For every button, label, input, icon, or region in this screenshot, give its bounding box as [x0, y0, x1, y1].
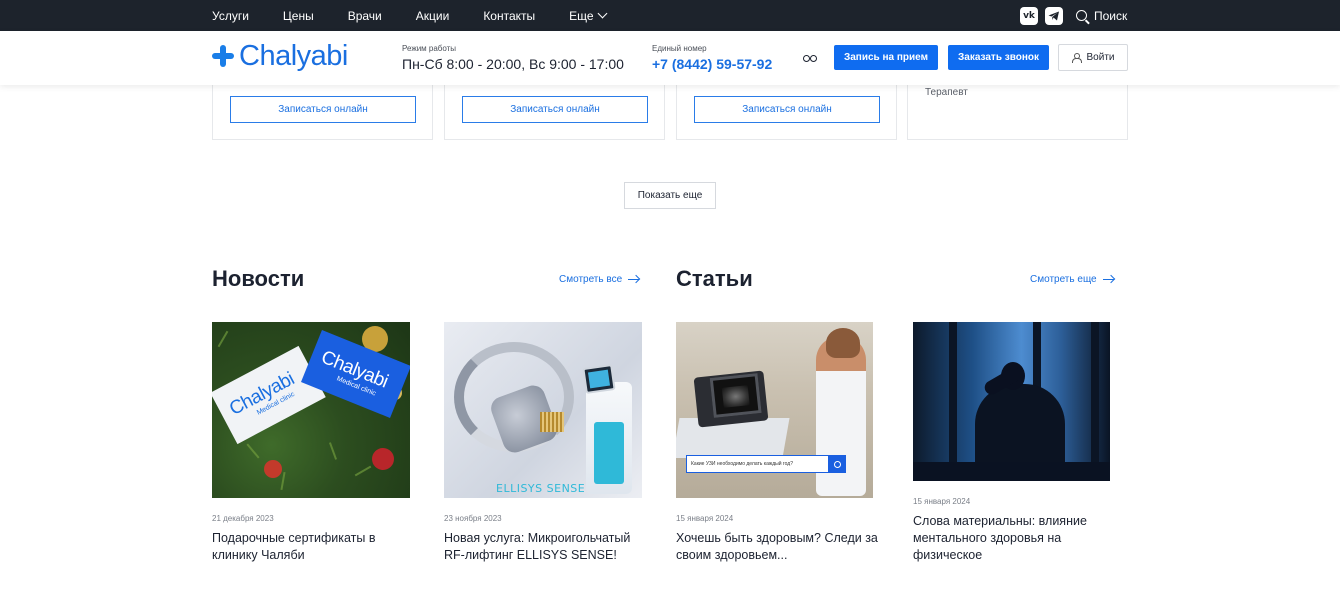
vk-icon[interactable]: vk [1020, 7, 1038, 25]
phone-block: Единый номер +7 (8442) 59-57-92 [652, 44, 772, 72]
arrow-right-icon [1102, 278, 1114, 281]
top-bar: Услуги Цены Врачи Акции Контакты Еще vk … [0, 0, 1340, 31]
telegram-icon[interactable] [1045, 7, 1063, 25]
image-search-query: Какие УЗИ необходимо делать каждый год? [691, 461, 793, 467]
nav-item-doctors[interactable]: Врачи [348, 9, 382, 23]
book-online-button[interactable]: Записаться онлайн [462, 96, 648, 123]
nav-item-more[interactable]: Еще [569, 8, 608, 23]
news-date: 21 декабря 2023 [212, 514, 274, 523]
user-icon [1071, 53, 1082, 63]
news-image-ellisys-device: ELLISYS SENSE [444, 322, 642, 498]
search-icon [828, 455, 846, 473]
news-title[interactable]: Новая услуга: Микроигольчатый RF-лифтинг… [444, 530, 644, 564]
phone-label: Единый номер [652, 44, 707, 53]
search-button[interactable]: Поиск [1076, 0, 1127, 31]
working-hours-value: Пн-Сб 8:00 - 20:00, Вс 9:00 - 17:00 [402, 56, 624, 72]
article-image-ultrasound: Какие УЗИ необходимо делать каждый год? [676, 322, 873, 498]
article-title[interactable]: Хочешь быть здоровым? Следи за своим здо… [676, 530, 886, 564]
show-more-button[interactable]: Показать еще [624, 182, 716, 209]
logo[interactable]: Chalyabi [212, 39, 348, 73]
logo-text: Chalyabi [239, 39, 348, 72]
chevron-down-icon [597, 8, 608, 19]
articles-see-more-link[interactable]: Смотреть еще [1030, 274, 1114, 285]
top-nav: Услуги Цены Врачи Акции Контакты Еще [212, 0, 608, 31]
articles-see-more-label: Смотреть еще [1030, 274, 1097, 285]
news-see-all-link[interactable]: Смотреть все [559, 274, 640, 285]
nav-item-prices[interactable]: Цены [283, 9, 314, 23]
appointment-button[interactable]: Запись на прием [834, 45, 938, 70]
phone-link[interactable]: +7 (8442) 59-57-92 [652, 56, 772, 72]
article-date: 15 января 2024 [913, 497, 971, 506]
logo-cross-icon [212, 45, 234, 67]
nav-item-contacts[interactable]: Контакты [483, 9, 535, 23]
nav-item-services[interactable]: Услуги [212, 9, 249, 23]
doctor-specialty: Терапевт [925, 87, 968, 98]
book-online-button[interactable]: Записаться онлайн [230, 96, 416, 123]
article-title[interactable]: Слова материальны: влияние ментального з… [913, 513, 1103, 564]
login-button[interactable]: Войти [1058, 44, 1128, 71]
header: Chalyabi Режим работы Пн-Сб 8:00 - 20:00… [0, 31, 1340, 85]
device-brand-label: ELLISYS SENSE [496, 482, 586, 495]
search-icon [1076, 10, 1087, 21]
news-title[interactable]: Подарочные сертификаты в клинику Чаляби [212, 530, 402, 564]
working-hours: Режим работы Пн-Сб 8:00 - 20:00, Вс 9:00… [402, 44, 624, 72]
articles-heading: Статьи [676, 266, 753, 291]
search-label: Поиск [1094, 8, 1128, 23]
image-search-bar: Какие УЗИ необходимо делать каждый год? [686, 455, 846, 473]
login-label: Войти [1086, 52, 1115, 63]
news-image-gift-certificates: Chalyabi Medical clinic Chalyabi Medical… [212, 322, 410, 498]
news-date: 23 ноября 2023 [444, 514, 502, 523]
news-see-all-label: Смотреть все [559, 274, 623, 285]
article-date: 15 января 2024 [676, 514, 734, 523]
nav-item-promotions[interactable]: Акции [416, 9, 450, 23]
callback-button[interactable]: Заказать звонок [948, 45, 1049, 70]
certificate-card-blue: Chalyabi Medical clinic [301, 330, 410, 418]
book-online-button[interactable]: Записаться онлайн [694, 96, 880, 123]
article-image-stressed-man [913, 322, 1110, 481]
news-heading: Новости [212, 266, 305, 291]
arrow-right-icon [628, 278, 640, 281]
working-hours-label: Режим работы [402, 44, 457, 53]
nav-more-label: Еще [569, 8, 594, 23]
glasses-icon[interactable] [803, 54, 817, 62]
